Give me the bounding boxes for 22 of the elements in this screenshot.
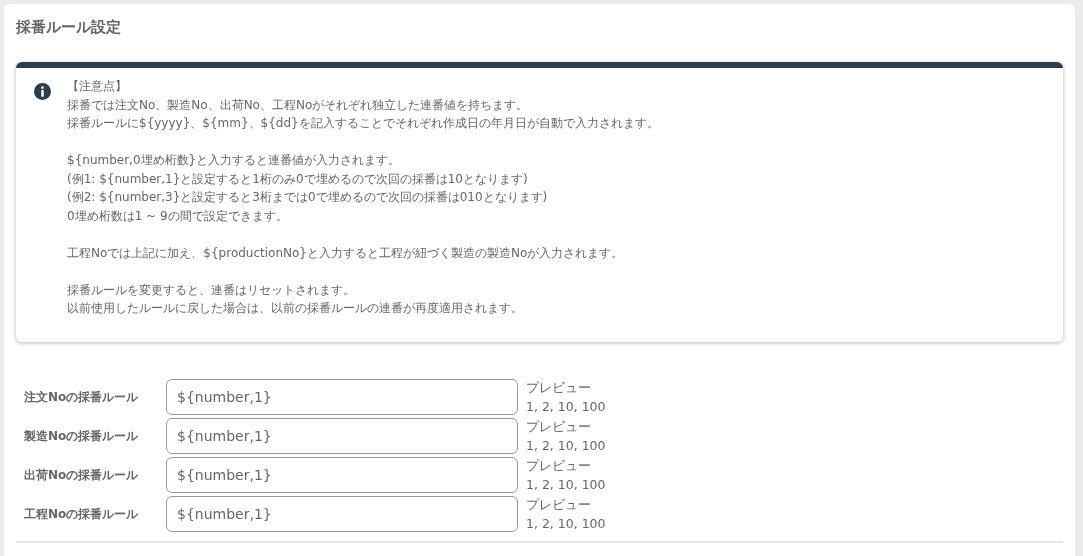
notice-text: 採番ルールを変更すると、連番はリセットされます。 以前使用したルールに戻した場合は、以前の採番ルールの連番が再度適用されます。 [67, 281, 524, 317]
info-icon [34, 83, 51, 100]
preview-value: 1, 2, 10, 100 [526, 398, 606, 416]
notice-text: 工程Noでは上記に加え、${productionNo}と入力すると工程が紐づく製造の製造Noが入力されます。 [67, 244, 625, 262]
rule-input[interactable]: ${number,1} [166, 379, 518, 415]
page-title: 採番ルール設定 [16, 18, 122, 36]
notice-text: 【注意点】 採番では注文No、製造No、出荷No、工程Noがそれぞれ独立した連番値を持ちます。 採番ルールに${yyyy}、${mm}、${dd}を記入することでそれぞれ作成日の年月日が自動で入力されます。 [67, 78, 659, 132]
preview-value: 1, 2, 10, 100 [526, 515, 606, 533]
preview-value: 1, 2, 10, 100 [526, 476, 606, 494]
field-label: 注文Noの採番ルール [24, 389, 140, 406]
preview-label: プレビュー [526, 379, 592, 397]
preview-label: プレビュー [526, 418, 592, 436]
field-label: 製造Noの採番ルール [24, 428, 140, 445]
preview-value: 1, 2, 10, 100 [526, 437, 606, 455]
rule-input[interactable]: ${number,1} [166, 496, 518, 532]
preview-label: プレビュー [526, 496, 592, 514]
preview-label: プレビュー [526, 457, 592, 475]
field-label: 出荷Noの採番ルール [24, 467, 140, 484]
notice-text: ${number,0埋め桁数}と入力すると連番値が入力されます。 (例1: ${number,1}と設定すると1桁のみ0で埋めるので次回の採番は10となります) (例2: ${number,3}と設定すると3桁までは0で埋めるので次回の採番は010となります) 0埋め桁数は1 ~ 9の間で設定できます。 [67, 152, 549, 225]
rule-input[interactable]: ${number,1} [166, 418, 518, 454]
rule-input[interactable]: ${number,1} [166, 457, 518, 493]
field-label: 工程Noの採番ルール [24, 506, 140, 523]
